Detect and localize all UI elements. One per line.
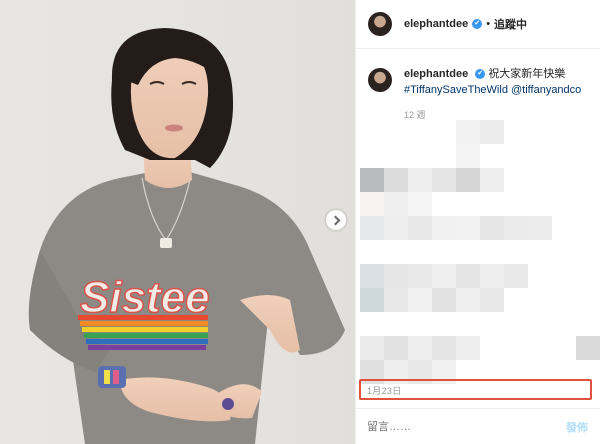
next-photo-button[interactable]: [326, 210, 346, 230]
separator-dot: •: [486, 18, 491, 30]
caption-avatar[interactable]: [368, 68, 392, 92]
caption-text: 祝大家新年快樂: [488, 68, 566, 80]
mention-link[interactable]: @tiffanyandco: [511, 84, 581, 96]
header-username[interactable]: elephantdee: [404, 18, 468, 30]
verified-icon: ✔: [472, 19, 483, 29]
sweater-lettering: Sistee: [80, 273, 210, 322]
post-date: 1月23日: [367, 386, 402, 396]
following-button[interactable]: 追蹤中: [494, 16, 527, 32]
post-header: elephantdee ✔ • 追蹤中: [356, 0, 600, 49]
blurred-comments: [356, 120, 600, 384]
chevron-right-icon: [330, 215, 340, 225]
post-side-panel: elephantdee ✔ • 追蹤中 elephantdee ✔ 祝大家新年快…: [355, 0, 600, 444]
post-caption: elephantdee ✔ 祝大家新年快樂 #TiffanySaveTheWil…: [368, 66, 593, 121]
post-comment-button[interactable]: 發佈: [566, 419, 588, 435]
avatar[interactable]: [368, 12, 392, 36]
caption-username[interactable]: elephantdee: [404, 68, 468, 80]
photo-illustration: Sistee: [28, 28, 345, 444]
hashtag-link[interactable]: #TiffanySaveTheWild: [404, 84, 508, 96]
caption-verified-icon: ✔: [475, 69, 486, 80]
comment-input[interactable]: [367, 420, 527, 433]
comment-bar: 發佈: [355, 408, 600, 444]
post-photo: Sistee: [0, 0, 355, 444]
caption-text-block: elephantdee ✔ 祝大家新年快樂 #TiffanySaveTheWil…: [404, 66, 593, 98]
